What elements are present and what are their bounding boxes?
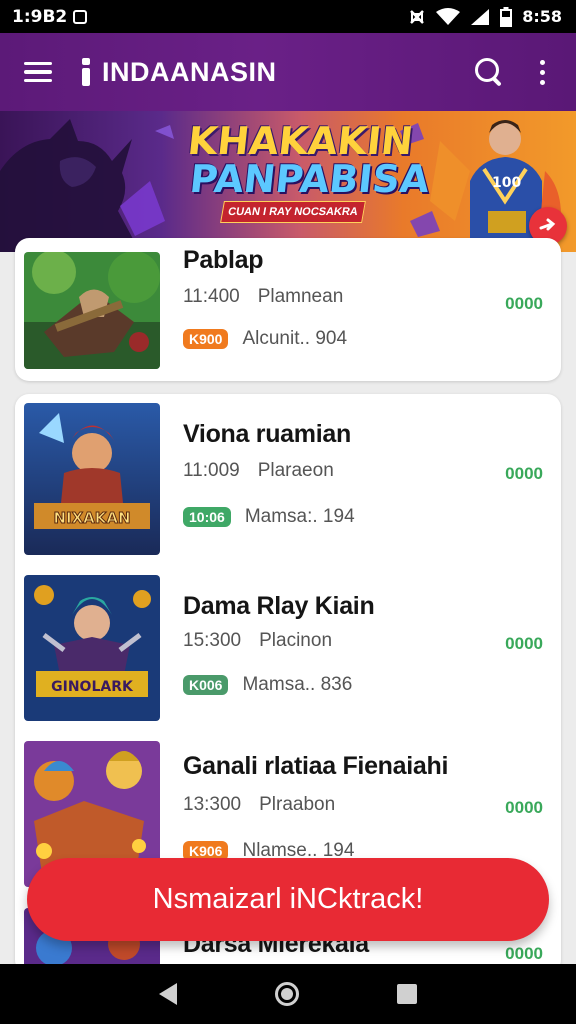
game-category: Placinon	[259, 630, 333, 651]
game-card: Pablap 11:400 Plamnean K900 Alcunit.. 904…	[15, 238, 561, 381]
promo-banner[interactable]: 100 KHAKAKIN PANPABISA CUAN I RAY NOCSAK…	[0, 111, 576, 252]
recent-apps-icon[interactable]	[397, 984, 417, 1004]
game-price: 0000	[505, 294, 543, 313]
menu-icon[interactable]	[24, 61, 52, 83]
cta-button[interactable]: Nsmaizarl iNCktrack!	[27, 858, 549, 941]
game-time: 11:400	[183, 286, 240, 307]
thumb-caption: NIXAKAN	[53, 509, 130, 527]
game-thumbnail: NIXAKAN	[24, 403, 160, 555]
status-time-left: 1:9B2	[12, 6, 68, 27]
game-subtext: Alcunit.. 904	[242, 328, 348, 349]
game-meta: 11:400 Plamnean	[183, 286, 343, 308]
game-title: Pablap	[183, 246, 264, 274]
system-nav-bar	[0, 964, 576, 1024]
search-icon[interactable]	[474, 57, 504, 87]
status-time-right: 8:58	[522, 7, 562, 26]
wifi-icon	[436, 7, 461, 25]
game-thumbnail	[24, 252, 160, 369]
more-options-icon[interactable]	[538, 59, 546, 85]
game-thumbnail: GINOLARK	[24, 575, 160, 721]
game-tag-badge: K900	[183, 329, 229, 349]
status-bar: 1:9B2 8:58	[0, 0, 576, 33]
game-title: Viona ruamian	[183, 420, 351, 448]
list-item[interactable]: Pablap 11:400 Plamnean K900 Alcunit.. 904…	[15, 238, 561, 381]
game-price: 0000	[505, 944, 543, 963]
app-bar: INDAANASIN	[0, 33, 576, 111]
game-category: Plraabon	[259, 794, 336, 815]
svg-text:100: 100	[492, 175, 521, 191]
banner-title-line2: PANPABISA	[187, 157, 432, 201]
data-saver-icon	[410, 9, 425, 24]
app-title: INDAANASIN	[102, 56, 277, 87]
game-time: 11:009	[183, 460, 240, 481]
game-meta: 13:300 Plraabon	[183, 794, 335, 816]
game-category: Plaraeon	[257, 460, 334, 481]
back-icon[interactable]	[159, 983, 177, 1005]
game-price: 0000	[505, 798, 543, 817]
game-meta: 15:300 Placinon	[183, 630, 332, 652]
signal-icon	[471, 8, 490, 25]
game-price: 0000	[505, 634, 543, 653]
game-title: Dama Rlay Kiain	[183, 592, 375, 620]
game-category: Plamnean	[257, 286, 344, 307]
list-item[interactable]: NIXAKAN Viona ruamian 11:009 Plaraeon 10:…	[15, 394, 561, 564]
game-title: Ganali rlatiaa Fienaiahi	[183, 752, 449, 780]
game-price: 0000	[505, 464, 543, 483]
game-tag-badge: 10:06	[183, 507, 231, 527]
home-icon[interactable]	[275, 982, 299, 1006]
arrow-right-icon	[539, 218, 556, 231]
screen: 1:9B2 8:58 INDAANASIN 100 KHAKAKIN PANPA…	[0, 0, 576, 1024]
notification-icon	[73, 9, 88, 24]
app-logo-icon	[82, 58, 90, 86]
list-item[interactable]: GINOLARK Dama Rlay Kiain 15:300 Placinon …	[15, 566, 561, 732]
thumb-caption: GINOLARK	[51, 679, 134, 695]
game-subtext: Mamsa.. 836	[242, 674, 353, 695]
battery-icon	[500, 6, 513, 27]
game-time: 15:300	[183, 630, 242, 651]
game-time: 13:300	[183, 794, 242, 815]
game-meta: 11:009 Plaraeon	[183, 460, 334, 482]
game-tag-badge: K006	[183, 675, 229, 695]
banner-subtitle: CUAN I RAY NOCSAKRA	[220, 201, 366, 223]
game-subtext: Mamsa:. 194	[244, 506, 355, 527]
